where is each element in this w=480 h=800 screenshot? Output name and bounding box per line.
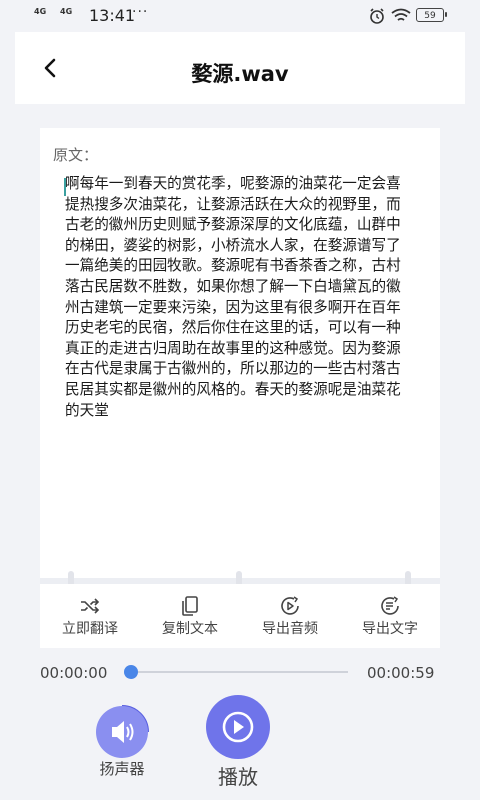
speaker-icon <box>112 721 134 743</box>
battery-icon: 59 <box>416 8 447 22</box>
speaker-button[interactable] <box>96 706 148 758</box>
transcript-label: 原文： <box>53 146 99 164</box>
status-time: 13:41 <box>89 6 136 25</box>
export-text-label: 导出文字 <box>362 621 418 637</box>
back-arrow-icon[interactable] <box>39 54 63 82</box>
header: 婺源.wav <box>15 32 465 104</box>
alarm-icon <box>370 8 384 24</box>
copy-text-label: 复制文本 <box>162 621 218 637</box>
export-text-icon <box>381 596 399 615</box>
progress-track[interactable] <box>130 671 348 673</box>
copy-text-button[interactable]: 复制文本 <box>140 584 240 648</box>
progress-knob[interactable] <box>124 665 138 679</box>
transcript-text[interactable]: 啊每年一到春天的赏花季，呢婺源的油菜花一定会喜提热搜多次油菜花，让婺源活跃在大众… <box>65 174 409 421</box>
shuffle-icon <box>81 598 100 614</box>
transcript-card: 原文： 啊每年一到春天的赏花季，呢婺源的油菜花一定会喜提热搜多次油菜花，让婺源活… <box>40 128 440 580</box>
action-bar: 立即翻译 复制文本 导出音频 导出文字 <box>40 584 440 648</box>
status-bar: 4G 4G 13:41 ··· 59 <box>0 0 480 32</box>
export-audio-button[interactable]: 导出音频 <box>240 584 340 648</box>
translate-button[interactable]: 立即翻译 <box>40 584 140 648</box>
export-audio-icon <box>281 596 299 615</box>
total-time: 00:00:59 <box>367 664 435 682</box>
status-more-icon: ··· <box>132 4 149 20</box>
speaker-label: 扬声器 <box>99 760 145 778</box>
page-title: 婺源.wav <box>191 62 289 86</box>
export-audio-label: 导出音频 <box>262 621 318 637</box>
signal-4g-1: 4G <box>34 7 47 16</box>
translate-label: 立即翻译 <box>62 621 118 637</box>
signal-4g-2: 4G <box>60 7 73 16</box>
wifi-icon <box>391 8 411 21</box>
current-time: 00:00:00 <box>40 664 108 682</box>
play-icon <box>222 711 254 743</box>
export-text-button[interactable]: 导出文字 <box>340 584 440 648</box>
copy-icon <box>182 596 198 616</box>
play-button[interactable] <box>206 695 270 759</box>
play-label: 播放 <box>218 765 258 789</box>
